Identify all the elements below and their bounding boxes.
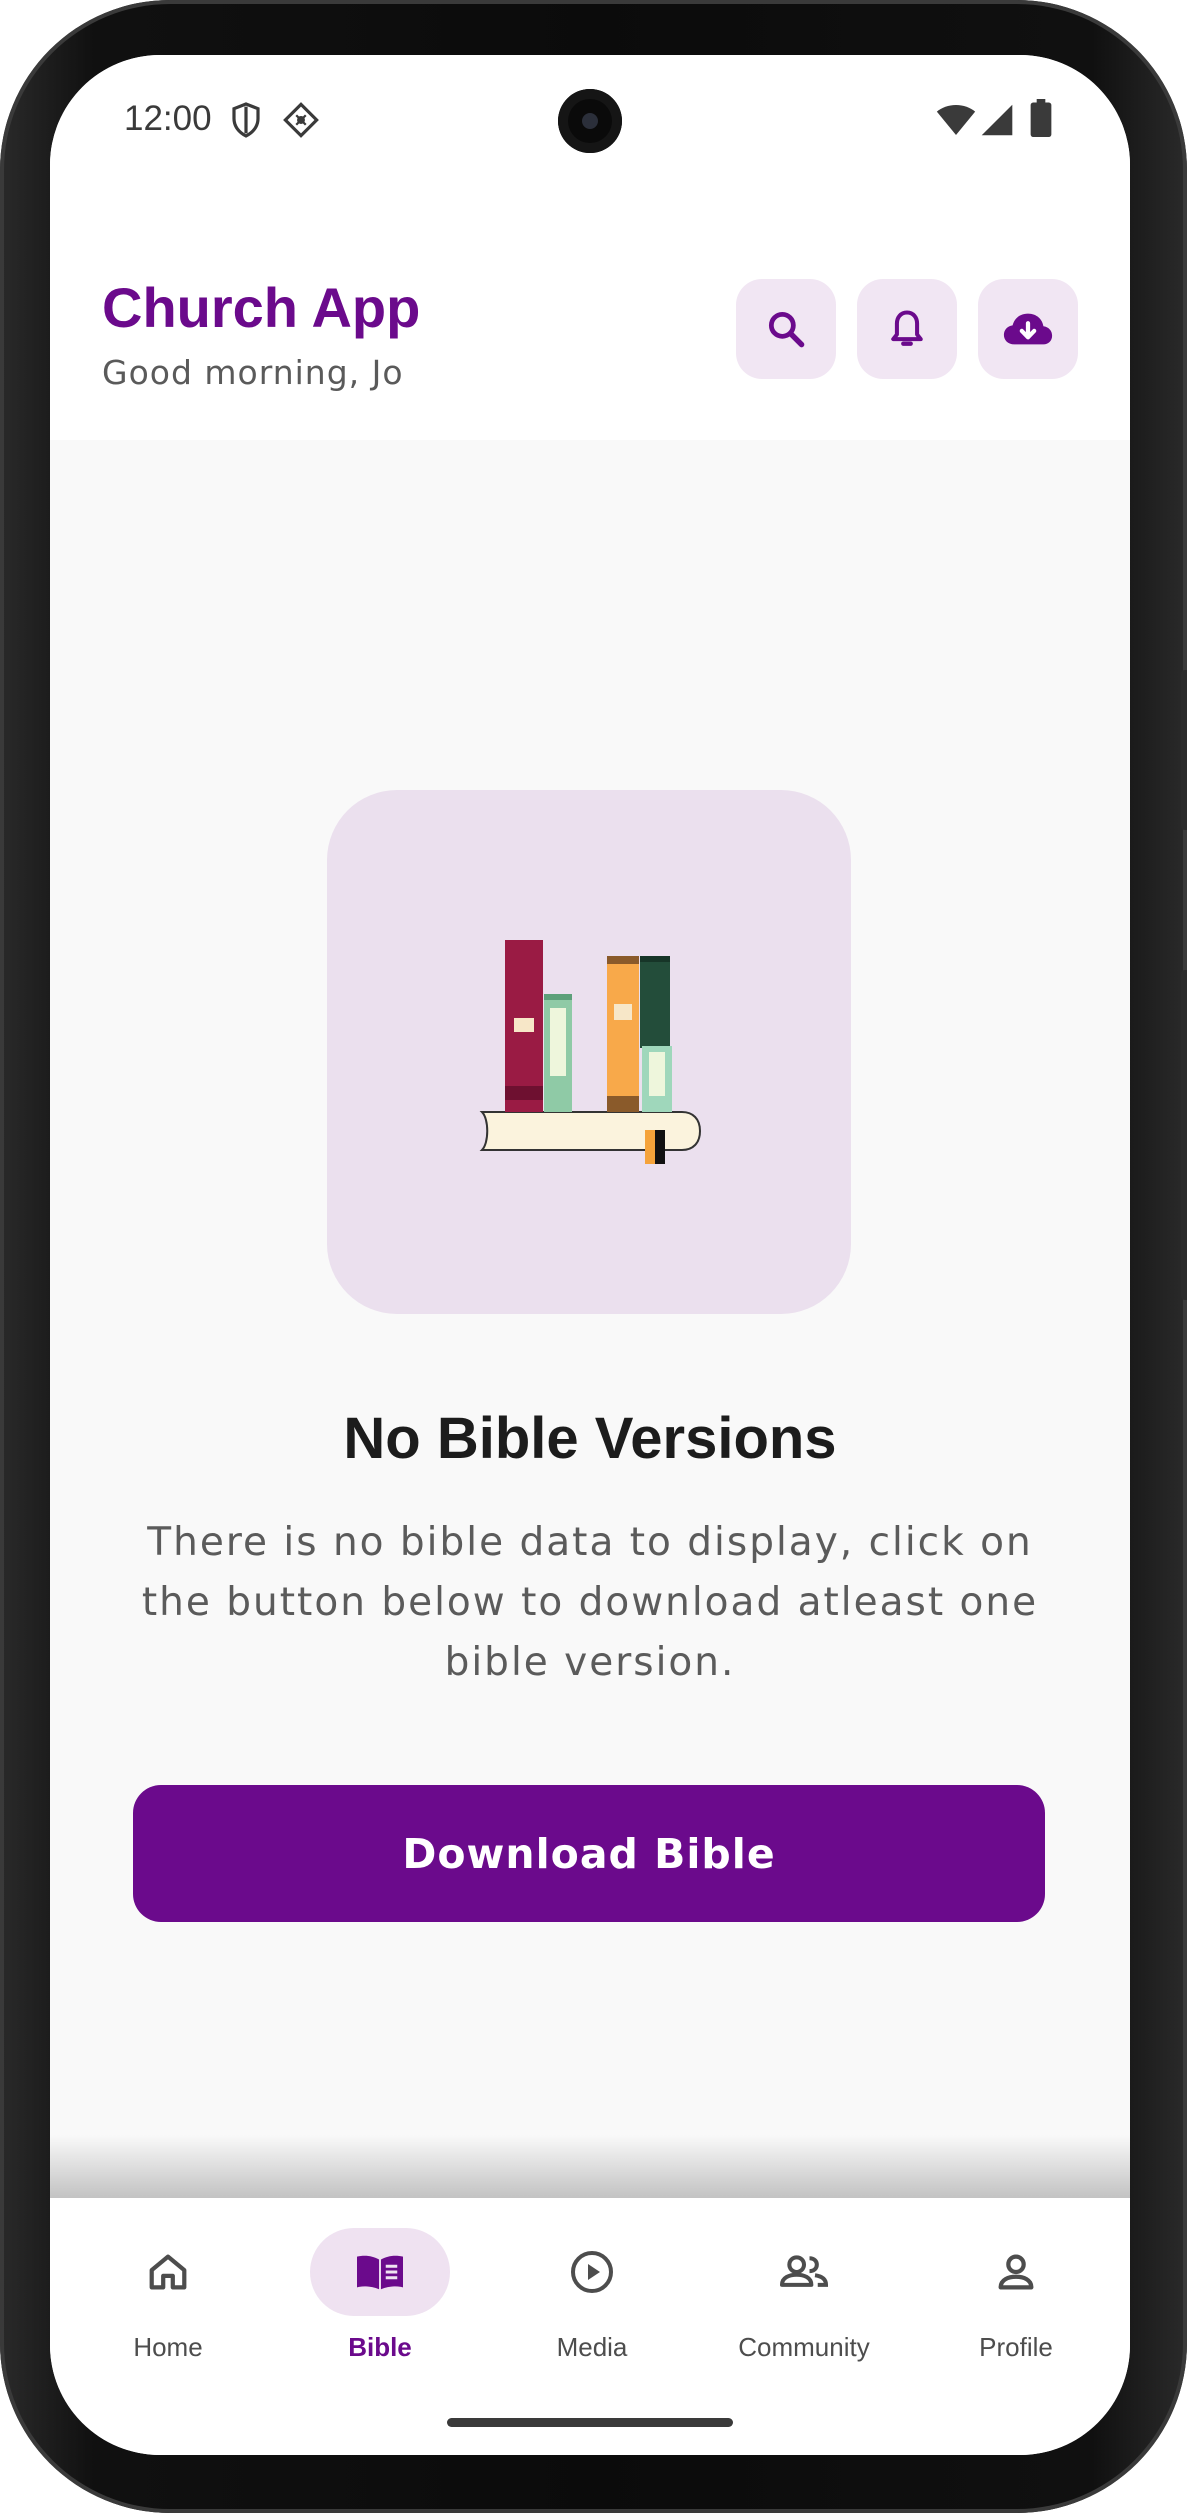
search-icon: [768, 311, 805, 348]
nav-media-indicator: [522, 2228, 662, 2316]
empty-state-description: There is no bible data to display, click…: [141, 1520, 1039, 1685]
vpn-key-icon: [282, 101, 320, 143]
phone-frame: 12:00 Church App Good morning, Jo No Bib…: [0, 0, 1187, 2513]
people-icon: [779, 2255, 829, 2287]
app-title: Church App: [102, 276, 421, 339]
home-icon: [149, 2254, 187, 2290]
play-circle-icon: [571, 2251, 613, 2293]
bell-icon: [891, 310, 923, 346]
wifi-icon: [936, 103, 976, 141]
nav-community[interactable]: Community: [714, 2228, 894, 2362]
empty-state-title: No Bible Versions: [343, 1406, 837, 1471]
phone-screen: 12:00 Church App Good morning, Jo No Bib…: [50, 55, 1130, 2455]
app-header: Church App Good morning, Jo: [50, 185, 1130, 440]
search-button[interactable]: [736, 279, 836, 379]
nav-media-label: Media: [556, 2332, 628, 2362]
person-icon: [998, 2254, 1034, 2290]
nav-home-label: Home: [133, 2332, 203, 2362]
download-bible-button[interactable]: Download Bible: [133, 1785, 1045, 1922]
nav-bible[interactable]: Bible: [290, 2228, 470, 2362]
battery-icon: [1030, 99, 1052, 141]
status-bar: 12:00: [50, 55, 1130, 185]
books-illustration: [479, 940, 702, 1164]
volume-button: [1181, 670, 1187, 830]
cloud-download-icon: [1003, 313, 1053, 345]
nav-profile[interactable]: Profile: [926, 2228, 1106, 2362]
nav-home-indicator: [98, 2228, 238, 2316]
status-time: 12:00: [124, 99, 212, 138]
nav-profile-label: Profile: [979, 2332, 1053, 2362]
gesture-home-bar[interactable]: [447, 2418, 733, 2427]
bottom-navigation: Home Bible Media Community Profile: [50, 2198, 1130, 2455]
front-camera: [558, 89, 622, 153]
nav-community-indicator: [734, 2228, 874, 2316]
shield-icon: [230, 101, 262, 143]
nav-profile-indicator: [946, 2228, 1086, 2316]
nav-bible-indicator: [310, 2228, 450, 2316]
download-cloud-button[interactable]: [978, 279, 1078, 379]
power-button: [1181, 970, 1187, 1300]
notifications-button[interactable]: [857, 279, 957, 379]
greeting-text: Good morning, Jo: [102, 353, 404, 392]
nav-bible-label: Bible: [348, 2332, 412, 2362]
signal-icon: [980, 103, 1014, 141]
nav-home[interactable]: Home: [78, 2228, 258, 2362]
nav-community-label: Community: [738, 2332, 870, 2362]
book-icon: [357, 2255, 403, 2290]
nav-media[interactable]: Media: [502, 2228, 682, 2362]
empty-state-illustration: [327, 790, 851, 1314]
